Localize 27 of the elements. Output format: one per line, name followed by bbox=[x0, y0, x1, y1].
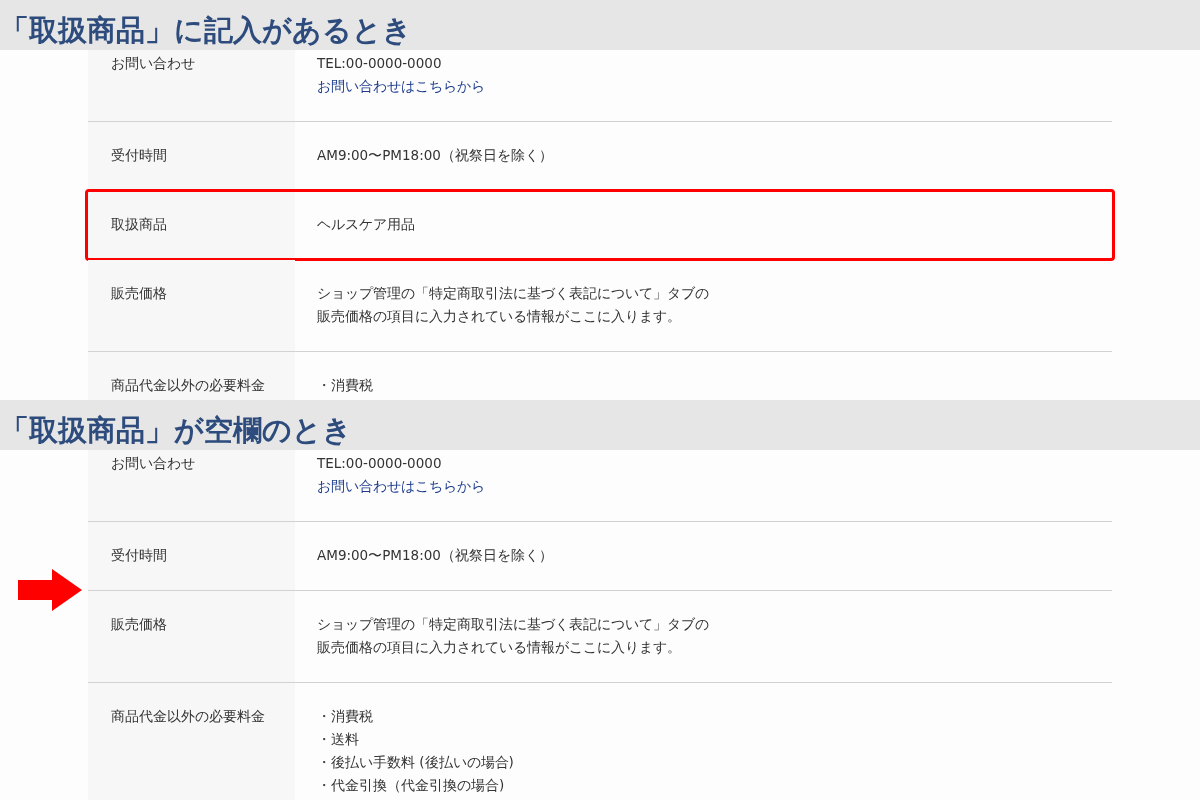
contact-link[interactable]: お問い合わせはこちらから bbox=[317, 75, 485, 98]
value-text: 販売価格の項目に入力されている情報がここに入ります。 bbox=[317, 307, 681, 326]
value-text: ヘルスケア用品 bbox=[317, 215, 415, 234]
value-text: ・代金引換（代金引換の場合) bbox=[317, 776, 505, 795]
value-text: AM9:00〜PM18:00（祝祭日を除く） bbox=[317, 146, 553, 165]
value-text: ・送料 bbox=[317, 730, 359, 749]
row-label: 販売価格 bbox=[111, 615, 167, 634]
value-text: ・消費税 bbox=[317, 376, 373, 395]
value-text: 販売価格の項目に入力されている情報がここに入ります。 bbox=[317, 638, 681, 657]
row-label: 商品代金以外の必要料金 bbox=[111, 376, 265, 395]
row-label: 受付時間 bbox=[111, 146, 167, 165]
row-label: お問い合わせ bbox=[111, 54, 195, 73]
value-text: TEL:00-0000-0000 bbox=[317, 54, 442, 73]
row-label: 販売価格 bbox=[111, 284, 167, 303]
value-text: ・後払い手数料 (後払いの場合) bbox=[317, 753, 514, 772]
row-label: 受付時間 bbox=[111, 546, 167, 565]
value-text: ショップ管理の「特定商取引法に基づく表記について」タブの bbox=[317, 615, 709, 634]
row-label: 商品代金以外の必要料金 bbox=[111, 707, 265, 726]
section-heading: 「取扱商品」が空欄のとき bbox=[0, 412, 352, 449]
contact-link[interactable]: お問い合わせはこちらから bbox=[317, 475, 485, 498]
value-text: TEL:00-0000-0000 bbox=[317, 454, 442, 473]
value-text: ・消費税 bbox=[317, 707, 373, 726]
section-heading: 「取扱商品」に記入があるとき bbox=[0, 12, 412, 49]
row-label: 取扱商品 bbox=[111, 215, 167, 234]
value-text: ショップ管理の「特定商取引法に基づく表記について」タブの bbox=[317, 284, 709, 303]
row-label: お問い合わせ bbox=[111, 454, 195, 473]
value-text: AM9:00〜PM18:00（祝祭日を除く） bbox=[317, 546, 553, 565]
